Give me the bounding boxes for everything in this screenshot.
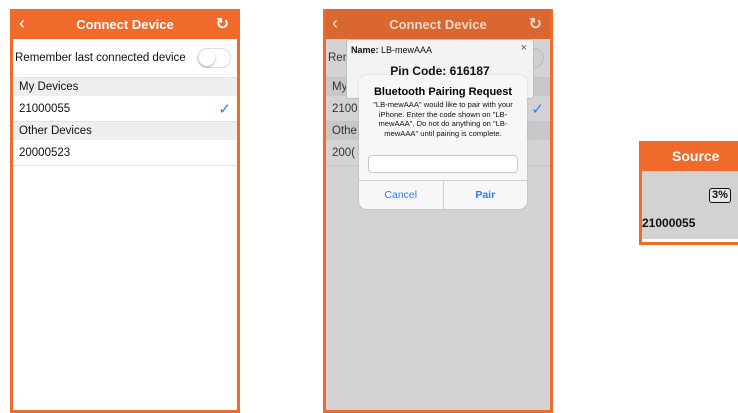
source-body: 3% 21000055 (642, 171, 738, 239)
back-chevron-icon: ‹ (332, 13, 338, 33)
alert-message: "LB-mewAAA" would like to pair with your… (373, 100, 513, 138)
source-header: Source (642, 141, 738, 171)
remember-device-toggle[interactable] (197, 48, 231, 68)
source-device-id[interactable]: 21000055 (642, 216, 695, 230)
remember-device-label: Remember last connected device (15, 52, 186, 64)
nav-title: Connect Device (76, 16, 174, 32)
device-row-20000523[interactable]: 20000523 (13, 140, 237, 166)
battery-percent-badge: 3% (709, 188, 731, 203)
phone-screen-pairing-request: ‹ Connect Device ↻ Ren My 2100 ✓ Othe 20… (323, 9, 553, 413)
section-header-other-devices: Other Devices (13, 122, 237, 140)
pairing-code-input[interactable] (368, 155, 518, 173)
nav-bar-dimmed: ‹ Connect Device ↻ (326, 9, 550, 39)
device-name-line: Name: LB-mewAAA (351, 45, 432, 55)
close-icon[interactable]: × (521, 42, 527, 54)
device-name-value: LB-mewAAA (381, 45, 433, 55)
device-id-partial: 200( (332, 146, 356, 159)
device-id: 21000055 (19, 102, 71, 115)
pair-button[interactable]: Pair (442, 181, 528, 209)
alert-actions: Cancel Pair (359, 180, 527, 209)
checkmark-icon: ✓ (218, 100, 231, 118)
source-panel: Source 3% 21000055 (639, 141, 738, 245)
refresh-icon: ↻ (528, 16, 542, 33)
device-row-21000055[interactable]: 21000055 ✓ (13, 96, 237, 122)
cancel-button[interactable]: Cancel (359, 181, 443, 209)
device-name-label: Name: (351, 45, 379, 55)
nav-title: Connect Device (389, 16, 487, 32)
device-id: 20000523 (19, 146, 71, 159)
alert-title: Bluetooth Pairing Request (373, 86, 513, 98)
back-chevron-icon[interactable]: ‹ (19, 13, 25, 34)
section-header-my-devices: My Devices (13, 78, 237, 96)
bluetooth-pairing-alert: Bluetooth Pairing Request "LB-mewAAA" wo… (359, 75, 527, 209)
phone-screen-connect-device: ‹ Connect Device ↻ Remember last connect… (10, 9, 240, 413)
nav-bar: ‹ Connect Device ↻ (13, 9, 237, 39)
refresh-icon[interactable]: ↻ (216, 14, 229, 34)
remember-device-row: Remember last connected device (13, 39, 237, 78)
device-id-partial: 2100 (332, 102, 358, 115)
checkmark-icon: ✓ (531, 100, 544, 118)
